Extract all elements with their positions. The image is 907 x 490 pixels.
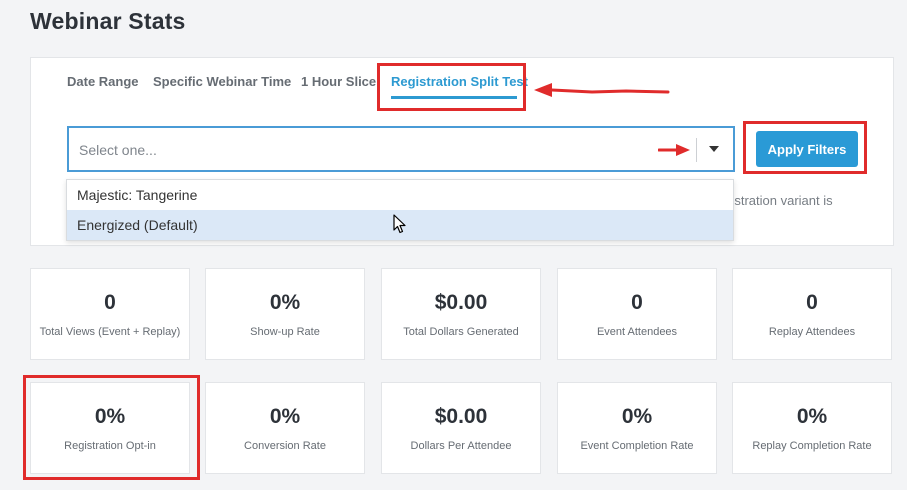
stat-card-replay-completion-rate: 0% Replay Completion Rate — [732, 382, 892, 474]
stat-value: 0% — [621, 405, 653, 428]
stat-label: Event Completion Rate — [580, 440, 694, 452]
annotation-arrow-icon — [534, 83, 670, 97]
stat-value: $0.00 — [434, 405, 488, 428]
mouse-pointer-icon — [393, 214, 406, 234]
stat-card-conversion-rate: 0% Conversion Rate — [205, 382, 365, 474]
stat-label: Replay Completion Rate — [752, 440, 872, 452]
stat-value: 0 — [806, 291, 818, 314]
tab-specific-webinar-time[interactable]: Specific Webinar Time — [153, 74, 291, 89]
option-majestic-tangerine[interactable]: Majestic: Tangerine — [67, 180, 733, 210]
stat-value: $0.00 — [434, 291, 488, 314]
stat-value: 0% — [796, 405, 828, 428]
split-test-select[interactable]: Select one... — [67, 126, 735, 172]
stat-card-replay-attendees: 0 Replay Attendees — [732, 268, 892, 360]
stat-card-registration-optin: 0% Registration Opt-in — [30, 382, 190, 474]
stat-card-event-attendees: 0 Event Attendees — [557, 268, 717, 360]
stat-label: Dollars Per Attendee — [410, 440, 512, 452]
stat-value: 0% — [269, 291, 301, 314]
select-divider — [696, 138, 697, 162]
stat-card-event-completion-rate: 0% Event Completion Rate — [557, 382, 717, 474]
stat-card-show-up-rate: 0% Show-up Rate — [205, 268, 365, 360]
stat-label: Replay Attendees — [768, 326, 856, 338]
stat-label: Total Views (Event + Replay) — [39, 326, 181, 338]
apply-filters-button[interactable]: Apply Filters — [756, 131, 858, 167]
active-tab-underline — [391, 96, 517, 99]
stat-label: Event Attendees — [596, 326, 678, 338]
stat-card-total-dollars: $0.00 Total Dollars Generated — [381, 268, 541, 360]
annotation-arrow-icon — [658, 144, 690, 156]
stat-value: 0 — [631, 291, 643, 314]
stat-value: 0% — [94, 405, 126, 428]
select-placeholder: Select one... — [79, 142, 157, 158]
stat-value: 0 — [104, 291, 116, 314]
helper-text: egistration variant is — [717, 193, 833, 208]
stat-value: 0% — [269, 405, 301, 428]
tab-registration-split-test[interactable]: Registration Split Test — [391, 74, 528, 89]
page-title: Webinar Stats — [30, 8, 186, 34]
stat-label: Total Dollars Generated — [403, 326, 519, 338]
stat-card-total-views: 0 Total Views (Event + Replay) — [30, 268, 190, 360]
stat-label: Registration Opt-in — [64, 440, 156, 452]
chevron-down-icon[interactable] — [709, 146, 719, 152]
stat-label: Conversion Rate — [244, 440, 326, 452]
tab-1-hour-slice[interactable]: 1 Hour Slice — [301, 74, 376, 89]
tab-date-range[interactable]: Date Range — [67, 74, 139, 89]
stat-label: Show-up Rate — [250, 326, 320, 338]
stat-card-dollars-per-attendee: $0.00 Dollars Per Attendee — [381, 382, 541, 474]
